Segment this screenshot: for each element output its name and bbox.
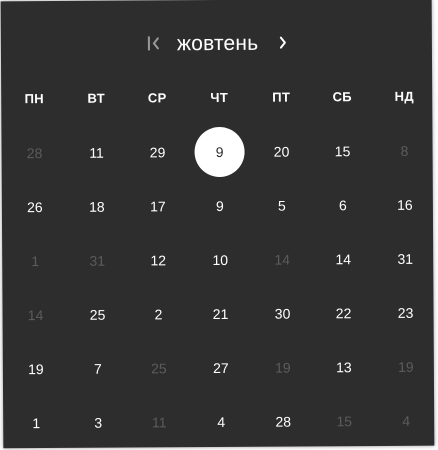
day-cell[interactable]: 15 (315, 124, 369, 178)
day-cell[interactable]: 28 (7, 126, 61, 180)
day-cell[interactable]: 21 (193, 287, 247, 341)
day-cell[interactable]: 19 (379, 340, 433, 394)
day-cell[interactable]: 12 (131, 233, 185, 287)
day-cell[interactable]: 26 (8, 180, 62, 234)
weekday-thu: ЧТ (210, 89, 229, 106)
day-cell[interactable]: 4 (194, 395, 248, 449)
day-cell[interactable]: 23 (378, 286, 432, 340)
chevron-left-icon (152, 37, 159, 50)
day-cell[interactable]: 8 (377, 124, 431, 178)
day-grid: 28 11 29 9 20 15 8 26 18 17 9 5 6 16 1 31 12 10 14 14 31 14 25… (1, 0, 432, 431)
day-cell[interactable]: 19 (9, 342, 63, 396)
chevron-right-icon (279, 36, 286, 49)
day-cell[interactable]: 30 (255, 286, 309, 340)
first-bar-icon (147, 36, 150, 51)
day-cell[interactable]: 6 (316, 178, 370, 232)
day-cell[interactable]: 31 (378, 232, 432, 286)
day-cell[interactable]: 13 (317, 340, 371, 394)
day-cell[interactable]: 16 (378, 178, 432, 232)
weekday-sun: НД (394, 88, 414, 104)
day-cell[interactable]: 2 (131, 287, 185, 341)
calendar-header: жовтень (1, 25, 432, 64)
day-cell[interactable]: 9 (193, 179, 247, 233)
day-cell[interactable]: 11 (132, 395, 186, 449)
next-month-button[interactable] (278, 36, 290, 52)
day-cell[interactable]: 5 (255, 178, 309, 232)
day-cell[interactable]: 10 (193, 233, 247, 287)
weekday-fri: ПТ (272, 89, 291, 105)
day-cell[interactable]: 18 (70, 180, 124, 234)
day-cell[interactable]: 14 (316, 232, 370, 286)
day-cell[interactable]: 17 (131, 179, 185, 233)
day-cell[interactable]: 29 (130, 125, 184, 179)
day-cell[interactable]: 14 (8, 288, 62, 342)
day-cell[interactable]: 27 (194, 341, 248, 395)
weekday-wed: СР (147, 90, 167, 106)
calendar-widget: жовтень ПН ВТ СР ЧТ ПТ СБ НД 28 11 29 9 20 15… (0, 0, 435, 449)
day-cell[interactable]: 25 (132, 341, 186, 395)
weekday-mon: ПН (24, 91, 44, 107)
day-cell-selected[interactable]: 9 (194, 126, 245, 178)
day-cell[interactable]: 25 (70, 288, 124, 342)
weekday-sat: СБ (332, 89, 352, 105)
weekday-header-row: ПН ВТ СР ЧТ ПТ СБ НД (1, 89, 432, 112)
day-cell[interactable]: 15 (317, 394, 371, 448)
day-cell[interactable]: 14 (255, 232, 309, 286)
day-cell[interactable]: 4 (379, 394, 433, 448)
day-cell[interactable]: 19 (256, 340, 310, 394)
day-cell[interactable]: 1 (9, 396, 63, 450)
day-cell[interactable]: 20 (254, 124, 308, 178)
month-title[interactable]: жовтень (177, 32, 259, 56)
day-cell[interactable]: 1 (8, 234, 62, 288)
day-cell[interactable]: 22 (316, 286, 370, 340)
day-cell[interactable]: 31 (70, 234, 124, 288)
weekday-tue: ВТ (87, 90, 105, 106)
day-cell[interactable]: 3 (71, 396, 125, 450)
day-cell[interactable]: 28 (256, 394, 310, 448)
day-cell[interactable]: 11 (69, 126, 123, 180)
first-month-button[interactable] (147, 34, 162, 52)
day-cell[interactable]: 7 (71, 342, 125, 396)
